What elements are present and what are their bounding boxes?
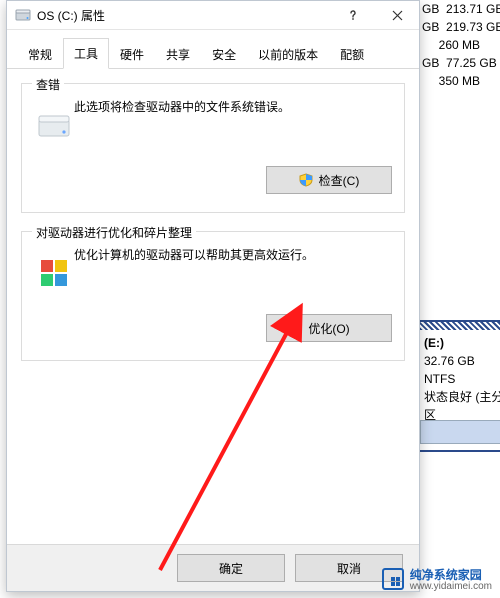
- error-checking-description: 此选项将检查驱动器中的文件系统错误。: [74, 98, 392, 115]
- drive-icon: [15, 7, 31, 23]
- tab-tools[interactable]: 工具: [63, 38, 109, 69]
- disk-management-bottom-bar: [420, 420, 500, 444]
- group-error-checking: 查错 此选项将检查驱动器中的文件系统错误。 检查(C): [21, 83, 405, 213]
- shield-uac-icon: [299, 173, 313, 187]
- check-button[interactable]: 检查(C): [266, 166, 392, 194]
- tab-sharing[interactable]: 共享: [155, 39, 201, 69]
- close-button[interactable]: [375, 1, 419, 29]
- tab-hardware[interactable]: 硬件: [109, 39, 155, 69]
- disk-management-size-column: GB 213.71 GB GB 219.73 GB 260 MB GB 77.2…: [420, 0, 500, 90]
- help-button[interactable]: [331, 1, 375, 29]
- ok-button[interactable]: 确定: [177, 554, 285, 582]
- tab-previous-versions[interactable]: 以前的版本: [247, 39, 329, 69]
- tab-general[interactable]: 常规: [17, 39, 63, 69]
- watermark: 纯净系统家园 www.yidaimei.com: [382, 566, 492, 592]
- group-error-checking-title: 查错: [32, 76, 64, 93]
- volume-size: 32.76 GB NTFS: [424, 352, 500, 388]
- dialog-titlebar[interactable]: OS (C:) 属性: [7, 1, 419, 30]
- volume-status: 状态良好 (主分区: [424, 388, 500, 424]
- watermark-name: 纯净系统家园: [410, 568, 482, 582]
- defrag-icon: [39, 258, 69, 288]
- optimize-button[interactable]: 优化(O): [266, 314, 392, 342]
- watermark-logo-icon: [382, 568, 404, 590]
- group-optimize-title: 对驱动器进行优化和碎片整理: [32, 224, 196, 241]
- tab-security[interactable]: 安全: [201, 39, 247, 69]
- tab-strip: 常规 工具 硬件 共享 安全 以前的版本 配额: [7, 30, 419, 69]
- drive-check-icon: [37, 110, 71, 140]
- drive-properties-dialog: OS (C:) 属性 常规 工具 硬件 共享 安全 以前的版本 配额 查错 此选…: [6, 0, 420, 592]
- dialog-button-bar: 确定 取消: [7, 544, 419, 591]
- group-optimize: 对驱动器进行优化和碎片整理 优化计算机的驱动器可以帮助其更高效运行。 优化(O): [21, 231, 405, 361]
- tab-quota[interactable]: 配额: [329, 39, 375, 69]
- optimize-description: 优化计算机的驱动器可以帮助其更高效运行。: [74, 246, 392, 263]
- dialog-title: OS (C:) 属性: [37, 7, 331, 24]
- watermark-url: www.yidaimei.com: [410, 581, 492, 592]
- volume-label: (E:): [424, 334, 500, 352]
